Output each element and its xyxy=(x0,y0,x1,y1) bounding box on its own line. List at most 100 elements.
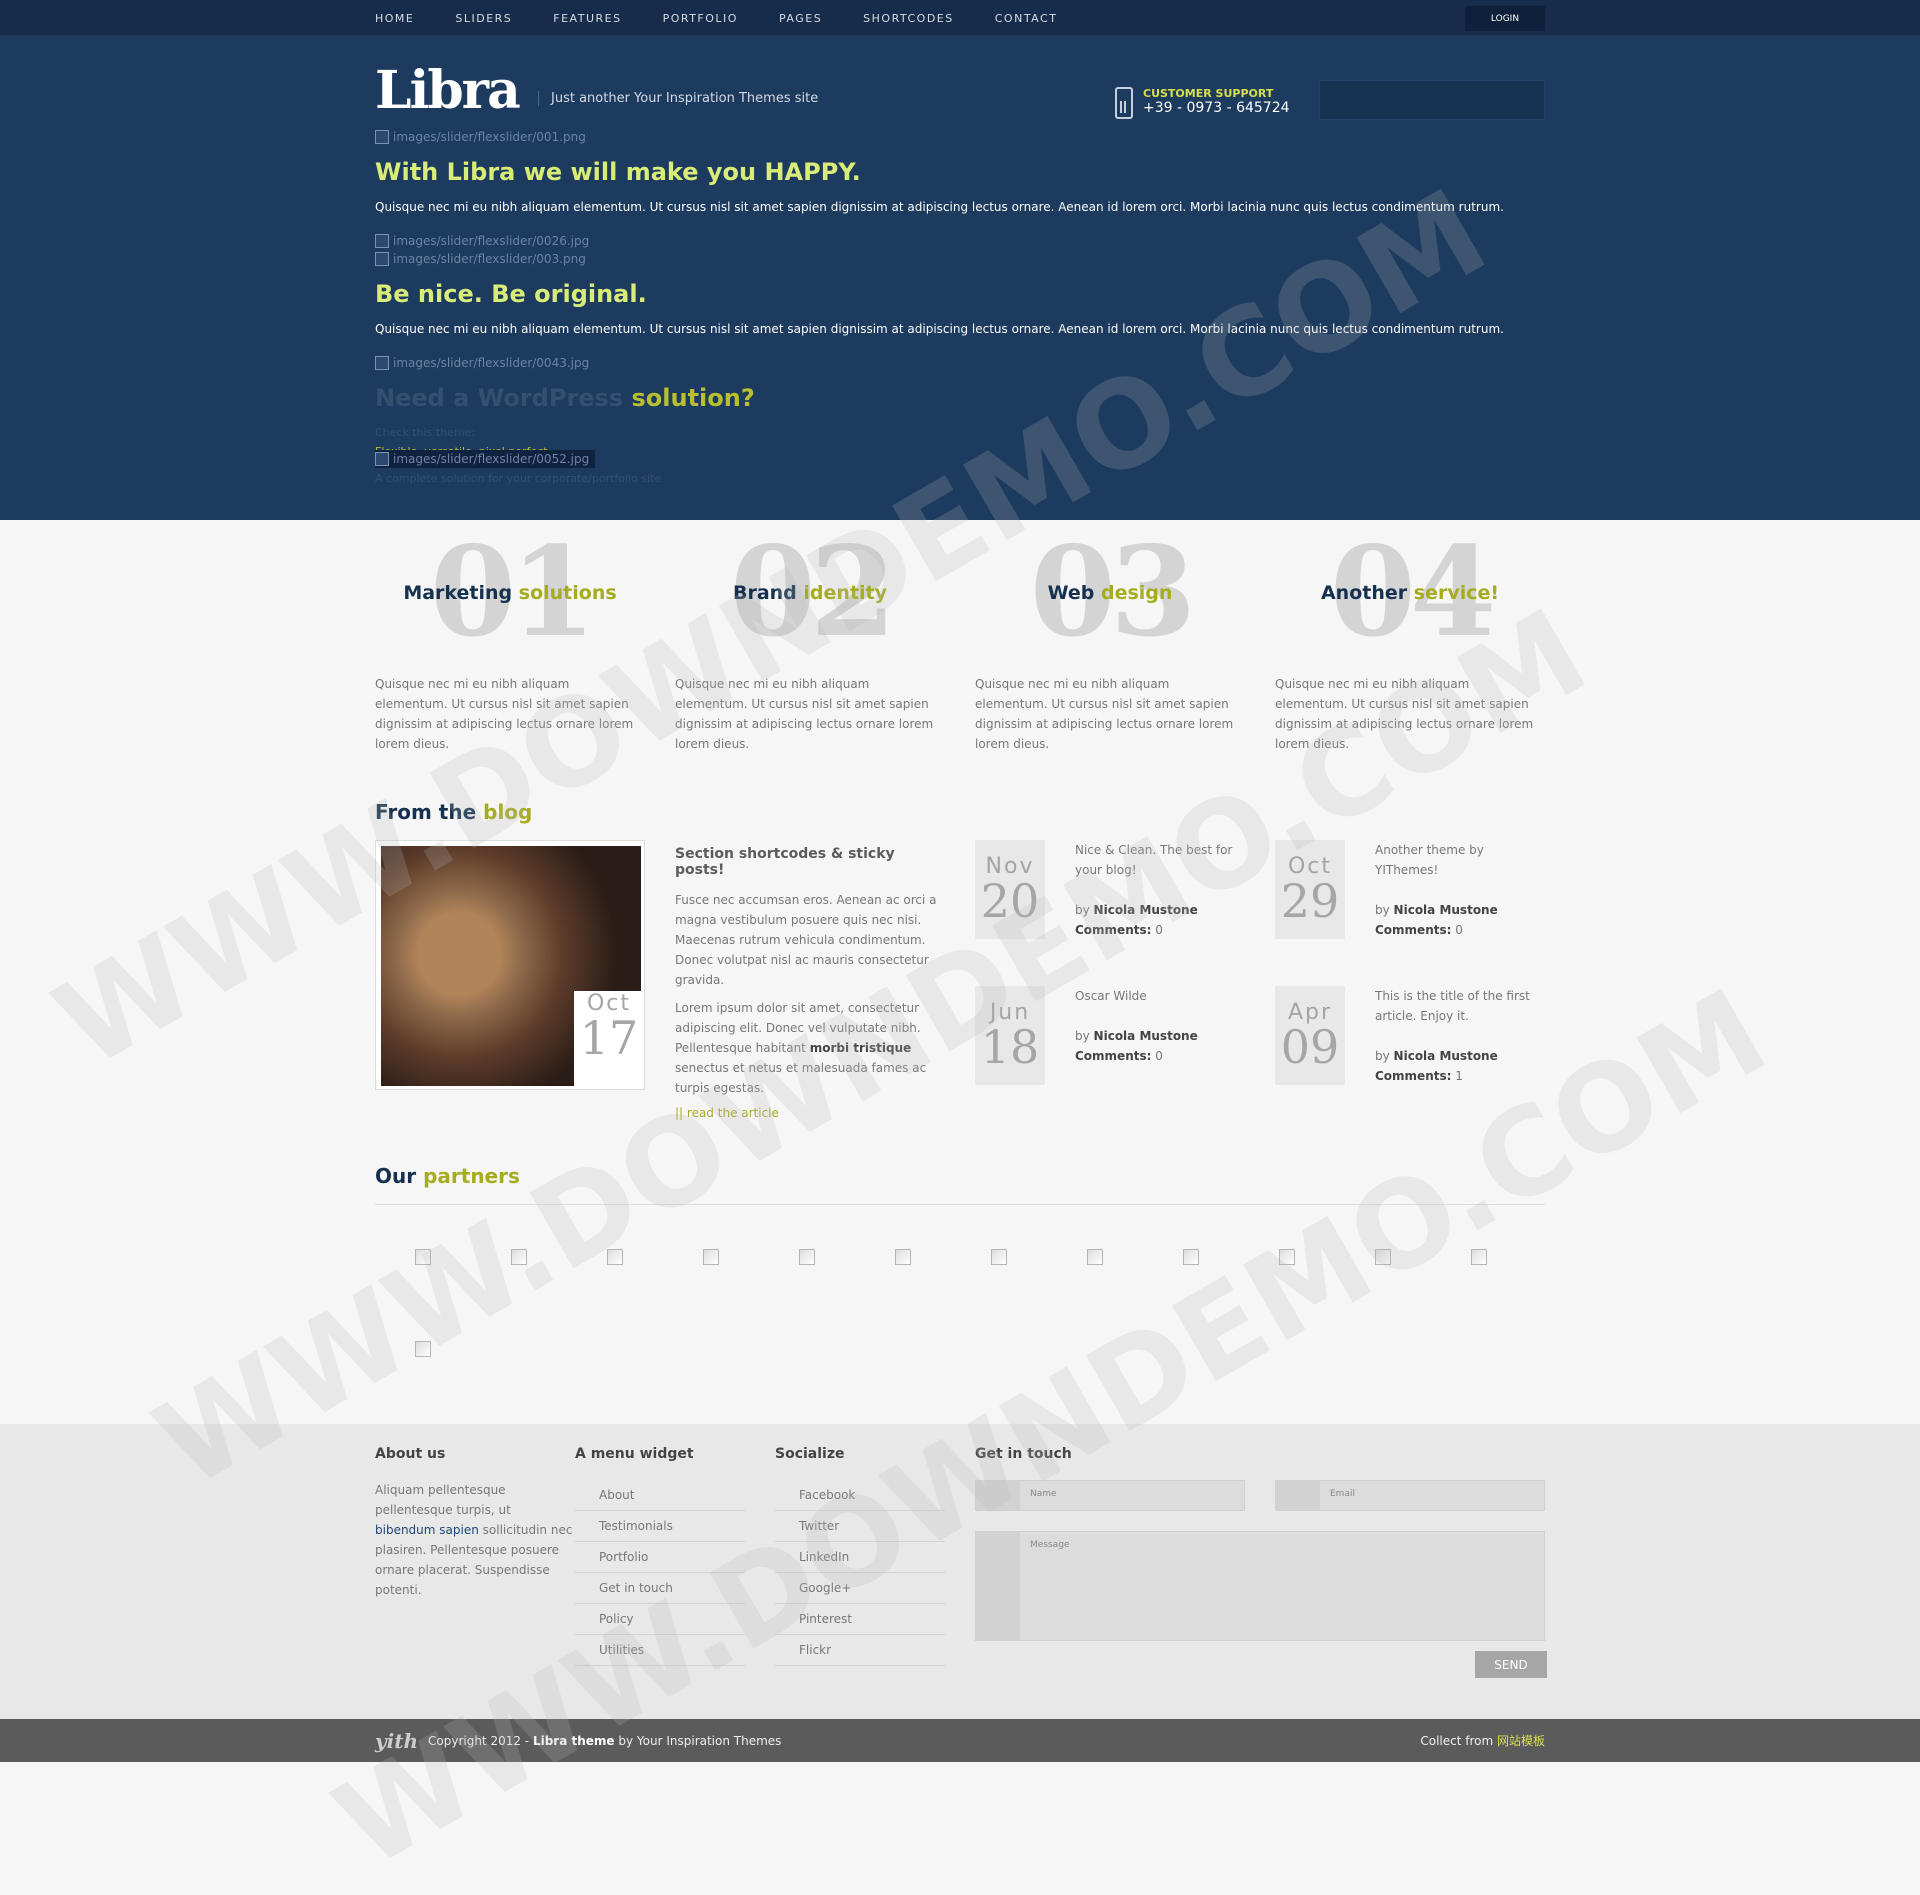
customer-support: CUSTOMER SUPPORT +39 - 0973 - 645724 xyxy=(1115,87,1290,119)
social-link-flickr[interactable]: Flickr xyxy=(775,1635,945,1666)
partner-logo[interactable] xyxy=(1087,1249,1103,1265)
footer-menu-item[interactable]: Get in touch xyxy=(575,1573,745,1604)
post-day: 09 xyxy=(1280,1020,1340,1074)
comments-label: Comments: xyxy=(1375,1069,1452,1083)
post-title[interactable]: This is the title of the first article. … xyxy=(1375,986,1545,1026)
partner-logo[interactable] xyxy=(1471,1249,1487,1265)
slide-line-3: A complete solution for your corporate/p… xyxy=(375,472,662,485)
footer-menu-item[interactable]: Policy xyxy=(575,1604,745,1635)
about-link[interactable]: bibendum sapien xyxy=(375,1523,479,1537)
partner-logo[interactable] xyxy=(895,1249,911,1265)
footer-menu-item[interactable]: Testimonials xyxy=(575,1511,745,1542)
footer-menu-item[interactable]: Portfolio xyxy=(575,1542,745,1573)
text-bold: morbi tristique xyxy=(809,1041,912,1055)
nav-shortcodes[interactable]: SHORTCODES xyxy=(863,12,954,25)
post-title[interactable]: Oscar Wilde xyxy=(1075,986,1245,1006)
service-title-b: solutions xyxy=(518,582,617,604)
login-button[interactable]: LOGIN xyxy=(1465,6,1545,31)
collect-link[interactable]: 网站模板 xyxy=(1497,1734,1545,1748)
broken-image-icon xyxy=(375,252,389,266)
post-author-line: by Nicola Mustone xyxy=(1075,1026,1245,1046)
site-logo[interactable]: Libra xyxy=(375,60,521,121)
social-link-pinterest[interactable]: Pinterest xyxy=(775,1604,945,1635)
social-link-linkedin[interactable]: LinkedIn xyxy=(775,1542,945,1573)
social-link-twitter[interactable]: Twitter xyxy=(775,1511,945,1542)
featured-post-title[interactable]: Section shortcodes & sticky posts! xyxy=(675,846,945,878)
slide-heading-3b: solution? xyxy=(631,384,755,412)
support-phone: +39 - 0973 - 645724 xyxy=(1143,100,1290,116)
partner-logo[interactable] xyxy=(415,1341,431,1357)
text-part: Aliquam pellentesque pellentesque turpis… xyxy=(375,1483,511,1517)
post-author[interactable]: Nicola Mustone xyxy=(1394,1049,1498,1063)
service-title-a: Another xyxy=(1320,582,1408,604)
blog-section: Oct 17 Section shortcodes & sticky posts… xyxy=(375,840,1545,1120)
partner-logo[interactable] xyxy=(703,1249,719,1265)
post-author-line: by Nicola Mustone xyxy=(1375,900,1545,920)
service-title-a: Marketing xyxy=(403,582,513,604)
contact-form: Get in touch Name Email Message SEND xyxy=(975,1446,1547,1678)
footer-social-title: Socialize xyxy=(775,1446,845,1462)
services: 01 Marketing solutions Quisque nec mi eu… xyxy=(375,531,1545,754)
image-alt: images/slider/flexslider/0043.jpg xyxy=(393,356,590,370)
partner-logo[interactable] xyxy=(1279,1249,1295,1265)
partner-logo[interactable] xyxy=(607,1249,623,1265)
social-link-googleplus[interactable]: Google+ xyxy=(775,1573,945,1604)
copyright-bar: yith Copyright 2012 - Libra theme by You… xyxy=(0,1719,1920,1762)
nav-portfolio[interactable]: PORTFOLIO xyxy=(663,12,738,25)
user-icon xyxy=(976,1481,1020,1510)
email-field[interactable]: Email xyxy=(1275,1480,1545,1511)
post-author[interactable]: Nicola Mustone xyxy=(1094,1029,1198,1043)
image-alt: images/slider/flexslider/003.png xyxy=(393,252,586,266)
post-info: Oscar Wilde by Nicola Mustone Comments: … xyxy=(1075,986,1245,1085)
partner-logo[interactable] xyxy=(1183,1249,1199,1265)
nav-pages[interactable]: PAGES xyxy=(779,12,822,25)
message-field[interactable]: Message xyxy=(975,1531,1545,1641)
footer-menu-item[interactable]: About xyxy=(575,1480,745,1511)
search-box[interactable] xyxy=(1319,80,1545,120)
service-title[interactable]: Marketing solutions xyxy=(375,582,645,604)
service-2: 02 Brand identity Quisque nec mi eu nibh… xyxy=(675,531,945,754)
comments-count: 1 xyxy=(1455,1069,1463,1083)
featured-post: Section shortcodes & sticky posts! Fusce… xyxy=(675,840,945,1120)
partner-logo[interactable] xyxy=(991,1249,1007,1265)
by-label: by xyxy=(1375,1049,1390,1063)
copyright-text: Copyright 2012 - Libra theme by Your Ins… xyxy=(428,1734,781,1748)
mail-icon xyxy=(1276,1481,1320,1510)
text-part: Collect from xyxy=(1420,1734,1497,1748)
nav-home[interactable]: HOME xyxy=(375,12,414,25)
post-author[interactable]: Nicola Mustone xyxy=(1394,903,1498,917)
main-content: 0 1 Marketing solutions Quisque nec mi eu… xyxy=(375,531,1545,1379)
broken-image-icon xyxy=(375,130,389,144)
service-title-b: design xyxy=(1100,582,1173,604)
send-button[interactable]: SEND xyxy=(1475,1651,1547,1678)
title-part-b: blog xyxy=(483,800,533,824)
post-author[interactable]: Nicola Mustone xyxy=(1094,903,1198,917)
nav-contact[interactable]: CONTACT xyxy=(995,12,1058,25)
service-title[interactable]: Brand identity xyxy=(675,582,945,604)
post-date: Oct 29 xyxy=(1275,840,1345,939)
partner-logo[interactable] xyxy=(415,1249,431,1265)
partner-logo[interactable] xyxy=(511,1249,527,1265)
comments-label: Comments: xyxy=(1075,1049,1152,1063)
footer-socialize: Socialize Facebook Twitter LinkedIn Goog… xyxy=(775,1446,975,1678)
footer-menu-item[interactable]: Utilities xyxy=(575,1635,745,1666)
social-link-facebook[interactable]: Facebook xyxy=(775,1480,945,1511)
featured-post-image[interactable]: Oct 17 xyxy=(375,840,645,1090)
theme-name: Libra theme xyxy=(532,1733,615,1748)
yith-logo[interactable]: yith xyxy=(375,1729,418,1753)
service-title[interactable]: Web design xyxy=(975,582,1245,604)
post-title[interactable]: Nice & Clean. The best for your blog! xyxy=(1075,840,1245,880)
service-title[interactable]: Another service! xyxy=(1275,582,1545,604)
post-title[interactable]: Another theme by YIThemes! xyxy=(1375,840,1545,880)
slide-heading-3a: Need a WordPress xyxy=(375,384,624,412)
main-menu: HOME SLIDERS FEATURES PORTFOLIO PAGES SH… xyxy=(375,12,1057,25)
slide-heading-1: With Libra we will make you HAPPY. xyxy=(375,158,861,186)
partner-logo[interactable] xyxy=(799,1249,815,1265)
nav-sliders[interactable]: SLIDERS xyxy=(455,12,512,25)
partner-logo[interactable] xyxy=(1375,1249,1391,1265)
post-day: 29 xyxy=(1280,874,1340,928)
nav-features[interactable]: FEATURES xyxy=(553,12,621,25)
top-navigation-bar: HOME SLIDERS FEATURES PORTFOLIO PAGES SH… xyxy=(0,0,1920,36)
read-article-link[interactable]: || read the article xyxy=(675,1106,945,1120)
name-field[interactable]: Name xyxy=(975,1480,1245,1511)
